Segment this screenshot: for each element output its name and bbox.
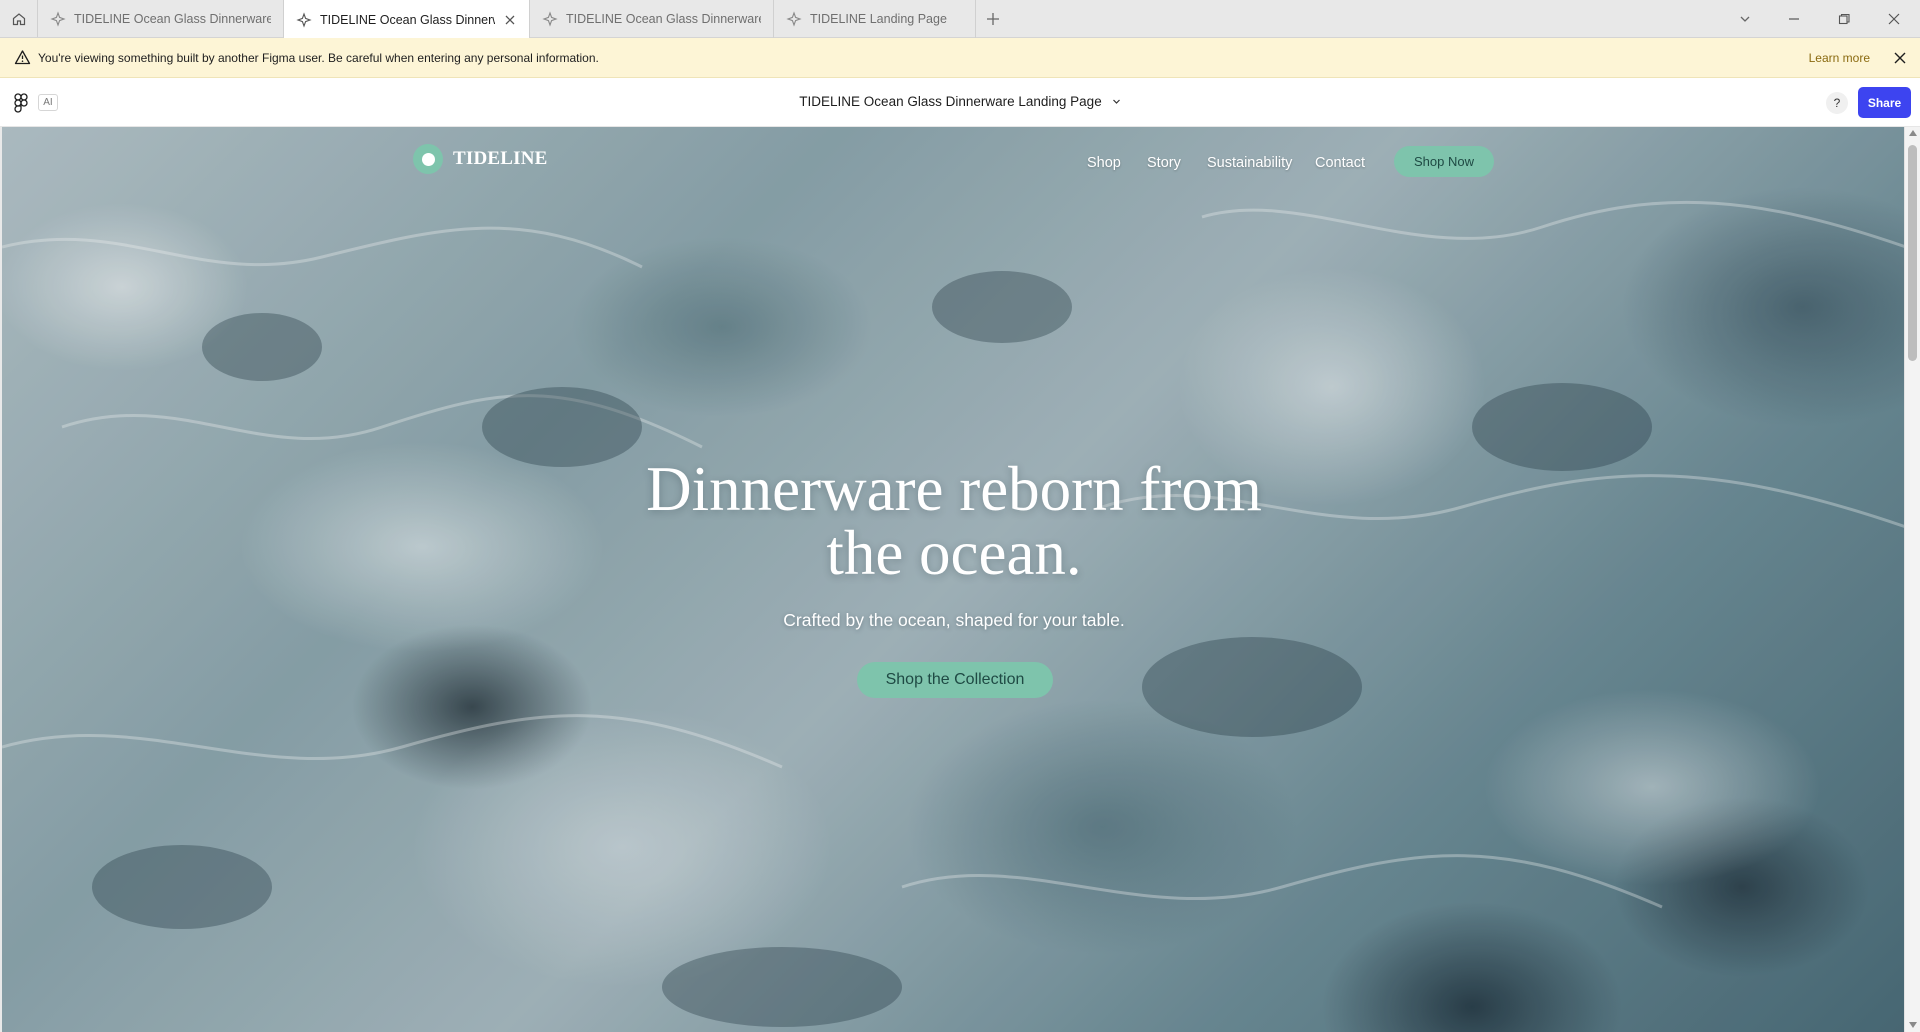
browser-tab-2[interactable]: TIDELINE Ocean Glass Dinnerwa: [284, 0, 530, 39]
hero-title-line-2: the ocean.: [826, 518, 1082, 588]
home-tab[interactable]: [0, 0, 38, 37]
figma-file-icon: [786, 11, 802, 27]
hero-subtitle: Crafted by the ocean, shaped for your ta…: [783, 610, 1125, 630]
browser-tab-4[interactable]: TIDELINE Landing Page: [774, 0, 976, 38]
hero-title: Dinnerware reborn from the ocean.: [2, 457, 1904, 585]
home-icon: [12, 12, 25, 25]
close-icon: [1888, 13, 1900, 25]
file-title-wrapper: TIDELINE Ocean Glass Dinnerware Landing …: [0, 94, 1920, 109]
nav-link-shop[interactable]: Shop: [1087, 155, 1121, 171]
chevron-down-icon: [1112, 99, 1120, 104]
shop-now-button[interactable]: Shop Now: [1394, 146, 1494, 177]
shop-collection-button[interactable]: Shop the Collection: [857, 662, 1053, 698]
minimize-button[interactable]: [1784, 9, 1804, 29]
learn-more-link[interactable]: Learn more: [1809, 51, 1870, 65]
hero-title-line-1: Dinnerware reborn from: [646, 454, 1262, 524]
scroll-up-arrow-icon[interactable]: [1909, 130, 1917, 136]
prototype-viewport: TIDELINE Shop Story Sustainability Conta…: [0, 127, 1904, 1032]
file-title: TIDELINE Ocean Glass Dinnerware Landing …: [799, 94, 1102, 109]
warning-icon: [14, 50, 31, 65]
plus-icon[interactable]: [983, 9, 1003, 29]
browser-tab-label: TIDELINE Ocean Glass Dinnerware La: [74, 12, 271, 26]
close-window-button[interactable]: [1884, 9, 1904, 29]
brand-name: TIDELINE: [453, 148, 548, 169]
scroll-down-arrow-icon[interactable]: [1909, 1022, 1917, 1028]
file-toolbar: AI TIDELINE Ocean Glass Dinnerware Landi…: [0, 78, 1920, 127]
browser-tab-label: TIDELINE Landing Page: [810, 12, 947, 26]
logo-mark-icon: [413, 144, 443, 174]
share-button[interactable]: Share: [1858, 87, 1911, 118]
warning-banner: You're viewing something built by anothe…: [0, 38, 1920, 78]
minimize-icon: [1789, 18, 1799, 20]
figma-logo-icon[interactable]: [14, 93, 28, 113]
close-icon[interactable]: [1892, 50, 1908, 66]
nav-link-sustainability[interactable]: Sustainability: [1207, 155, 1292, 171]
figma-file-icon: [296, 11, 312, 28]
figma-file-icon: [50, 11, 66, 27]
restore-button[interactable]: [1834, 9, 1854, 29]
nav-link-story[interactable]: Story: [1147, 155, 1181, 171]
banner-message: You're viewing something built by anothe…: [38, 51, 599, 65]
browser-tab-label: TIDELINE Ocean Glass Dinnerwa: [320, 12, 495, 27]
figma-file-icon: [542, 11, 558, 27]
tab-bar: TIDELINE Ocean Glass Dinnerware La TIDEL…: [0, 0, 1920, 39]
scrollbar-thumb[interactable]: [1908, 145, 1917, 361]
help-button[interactable]: ?: [1826, 92, 1848, 114]
browser-tab-3[interactable]: TIDELINE Ocean Glass Dinnerware St: [530, 0, 774, 38]
nav-link-contact[interactable]: Contact: [1315, 155, 1365, 171]
chevron-down-icon: [1740, 16, 1750, 22]
ai-button[interactable]: AI: [38, 94, 58, 111]
site-logo[interactable]: TIDELINE: [413, 144, 548, 174]
close-icon[interactable]: [503, 13, 517, 27]
site-nav: TIDELINE Shop Story Sustainability Conta…: [2, 127, 1904, 187]
file-title-menu[interactable]: TIDELINE Ocean Glass Dinnerware Landing …: [799, 94, 1120, 109]
vertical-scrollbar[interactable]: [1904, 127, 1920, 1032]
browser-tab-1[interactable]: TIDELINE Ocean Glass Dinnerware La: [38, 0, 284, 38]
tab-list-button[interactable]: [1735, 9, 1755, 29]
browser-tab-label: TIDELINE Ocean Glass Dinnerware St: [566, 12, 761, 26]
restore-icon: [1838, 13, 1850, 25]
